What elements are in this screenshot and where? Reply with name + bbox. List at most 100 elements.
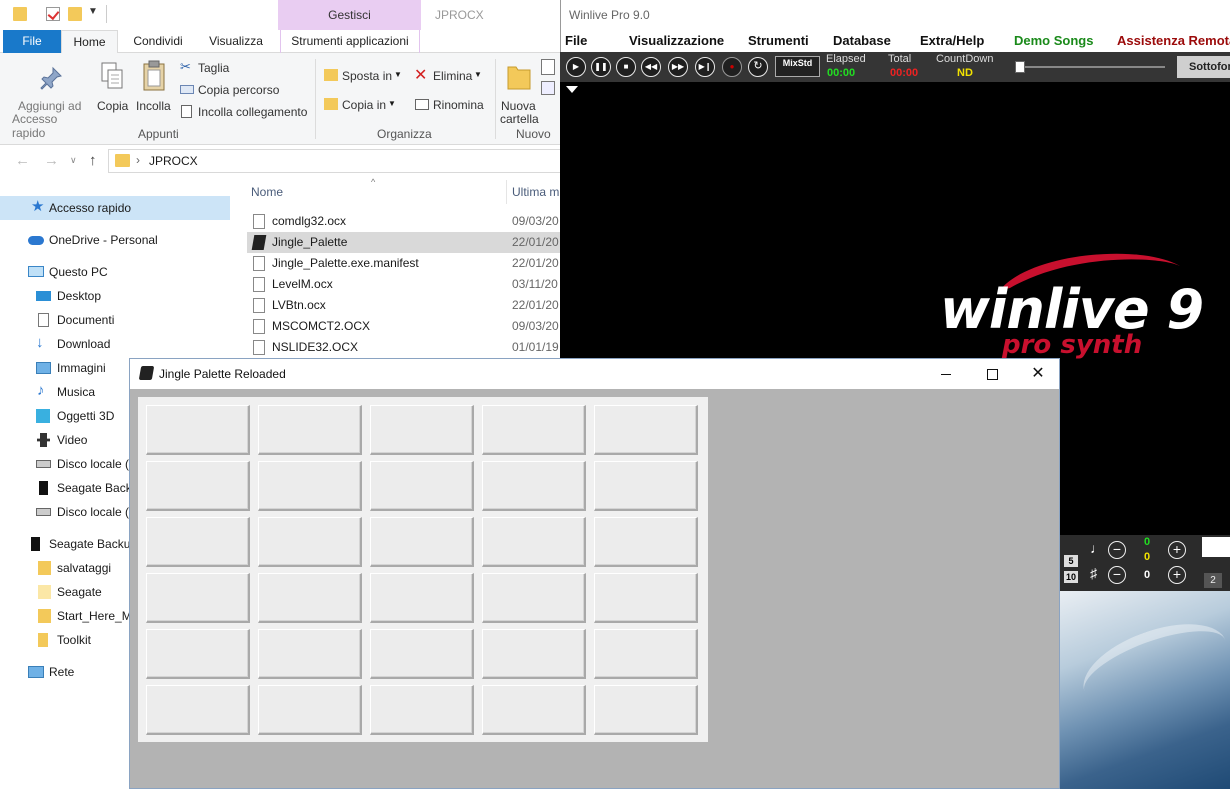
nav-quick-access[interactable]: ★ Accesso rapido xyxy=(0,196,230,220)
jingle-button[interactable] xyxy=(146,517,250,567)
preset-number-10[interactable]: 10 xyxy=(1064,571,1078,583)
tab-app-tools[interactable]: Strumenti applicazioni xyxy=(280,30,420,53)
jingle-button[interactable] xyxy=(146,629,250,679)
menu-demo-songs[interactable]: Demo Songs xyxy=(1014,33,1093,48)
jingle-button[interactable] xyxy=(258,405,362,455)
jingle-button[interactable] xyxy=(594,573,698,623)
tempo-increase-button[interactable]: + xyxy=(1168,541,1186,559)
back-arrow-icon[interactable]: ← xyxy=(15,152,30,169)
jingle-button[interactable] xyxy=(370,461,474,511)
jingle-button[interactable] xyxy=(370,517,474,567)
jingle-button[interactable] xyxy=(370,405,474,455)
menu-extra-help[interactable]: Extra/Help xyxy=(920,33,984,48)
rewind-button[interactable]: ◀◀ xyxy=(641,57,661,77)
file-row[interactable]: comdlg32.ocx 09/03/20 xyxy=(247,211,560,232)
new-folder-button[interactable]: Nuova cartella xyxy=(498,57,540,126)
file-row[interactable]: Jingle_Palette.exe.manifest 22/01/20 xyxy=(247,253,560,274)
jingle-button[interactable] xyxy=(258,629,362,679)
delete-button[interactable]: ✕ Elimina ▼ xyxy=(414,67,484,85)
file-row[interactable]: Jingle_Palette 22/01/20 xyxy=(247,232,560,253)
cut-button[interactable]: ✂ Taglia xyxy=(180,59,310,77)
jingle-button[interactable] xyxy=(258,685,362,735)
next-track-button[interactable]: ▶❙ xyxy=(695,57,715,77)
forward-arrow-icon[interactable]: → xyxy=(44,152,59,169)
new-item-icon[interactable] xyxy=(541,59,555,75)
dropdown-triangle-icon[interactable] xyxy=(566,86,578,93)
menu-view[interactable]: Visualizzazione xyxy=(629,33,724,48)
minimize-button[interactable] xyxy=(923,359,969,389)
chevron-right-icon[interactable]: › xyxy=(136,153,140,167)
play-button[interactable]: ▶ xyxy=(566,57,586,77)
new-folder-icon[interactable] xyxy=(68,7,82,21)
jingle-button[interactable] xyxy=(482,517,586,567)
close-button[interactable]: ✕ xyxy=(1015,359,1061,389)
jingle-button[interactable] xyxy=(258,461,362,511)
jingle-button[interactable] xyxy=(146,685,250,735)
easy-access-icon[interactable] xyxy=(541,81,555,95)
jingle-button[interactable] xyxy=(594,405,698,455)
nav-this-pc[interactable]: Questo PC xyxy=(0,260,230,284)
folder-icon[interactable] xyxy=(13,7,27,21)
copy-button[interactable]: Copia xyxy=(94,57,130,123)
copy-path-button[interactable]: Copia percorso xyxy=(180,81,310,99)
column-header-name[interactable]: Nome xyxy=(251,185,283,199)
pause-button[interactable]: ❚❚ xyxy=(591,57,611,77)
copy-to-button[interactable]: Copia in ▼ xyxy=(324,96,404,114)
position-slider[interactable] xyxy=(1015,61,1165,73)
customize-quick-access-icon[interactable]: ▼ xyxy=(88,6,98,17)
maximize-button[interactable] xyxy=(969,359,1015,389)
nav-onedrive[interactable]: OneDrive - Personal xyxy=(0,228,230,252)
jingle-button[interactable] xyxy=(482,573,586,623)
jingle-button[interactable] xyxy=(370,573,474,623)
nav-documents[interactable]: Documenti xyxy=(0,308,230,332)
menu-database[interactable]: Database xyxy=(833,33,891,48)
paste-button[interactable]: Incolla xyxy=(134,57,174,123)
file-row[interactable]: LevelM.ocx 03/11/20 xyxy=(247,274,560,295)
menu-file[interactable]: File xyxy=(565,33,587,48)
slider-handle[interactable] xyxy=(1015,61,1025,73)
tab-file[interactable]: File xyxy=(3,30,61,53)
repeat-button[interactable]: ↻ xyxy=(748,57,768,77)
jingle-button[interactable] xyxy=(594,629,698,679)
jingle-button[interactable] xyxy=(482,405,586,455)
jingle-button[interactable] xyxy=(146,573,250,623)
preset-number-5[interactable]: 5 xyxy=(1064,555,1078,567)
address-bar[interactable]: › JPROCX xyxy=(108,149,560,173)
jingle-button[interactable] xyxy=(370,629,474,679)
file-row[interactable]: MSCOMCT2.OCX 09/03/20 xyxy=(247,316,560,337)
transpose-decrease-button[interactable]: − xyxy=(1108,566,1126,584)
page-tab-2[interactable]: 2 xyxy=(1204,573,1222,588)
jingle-button[interactable] xyxy=(146,405,250,455)
tempo-decrease-button[interactable]: − xyxy=(1108,541,1126,559)
jingle-button[interactable] xyxy=(370,685,474,735)
stop-button[interactable]: ■ xyxy=(616,57,636,77)
jingle-button[interactable] xyxy=(258,517,362,567)
move-to-button[interactable]: Sposta in ▼ xyxy=(324,67,404,85)
rename-button[interactable]: Rinomina xyxy=(414,96,494,114)
jingle-button[interactable] xyxy=(594,461,698,511)
jingle-button[interactable] xyxy=(482,685,586,735)
sottofondo-button[interactable]: Sottofondo xyxy=(1177,56,1230,78)
file-row[interactable]: NSLIDE32.OCX 01/01/19 xyxy=(247,337,560,358)
jingle-button[interactable] xyxy=(146,461,250,511)
transpose-increase-button[interactable]: + xyxy=(1168,566,1186,584)
recent-locations-icon[interactable]: ∨ xyxy=(70,155,77,166)
pin-quick-access-button[interactable]: Aggiungi ad Accesso rapido xyxy=(6,57,92,140)
jingle-button[interactable] xyxy=(482,461,586,511)
tab-view[interactable]: Visualizza xyxy=(200,30,272,53)
jingle-button[interactable] xyxy=(482,629,586,679)
nav-desktop[interactable]: Desktop xyxy=(0,284,230,308)
tab-home[interactable]: Home xyxy=(61,30,118,54)
file-row[interactable]: LVBtn.ocx 22/01/20 xyxy=(247,295,560,316)
record-button[interactable]: ● xyxy=(722,57,742,77)
properties-icon[interactable] xyxy=(46,7,60,21)
column-separator[interactable] xyxy=(506,180,507,204)
mixstd-button[interactable]: MixStd xyxy=(775,56,820,77)
paste-link-button[interactable]: Incolla collegamento xyxy=(180,103,310,121)
fast-forward-button[interactable]: ▶▶ xyxy=(668,57,688,77)
jingle-button[interactable] xyxy=(258,573,362,623)
up-arrow-icon[interactable]: ↑ xyxy=(89,152,97,169)
column-header-date[interactable]: Ultima m xyxy=(512,185,559,199)
tab-share[interactable]: Condividi xyxy=(124,30,192,53)
menu-remote-assistance[interactable]: Assistenza Remota xyxy=(1117,33,1230,48)
